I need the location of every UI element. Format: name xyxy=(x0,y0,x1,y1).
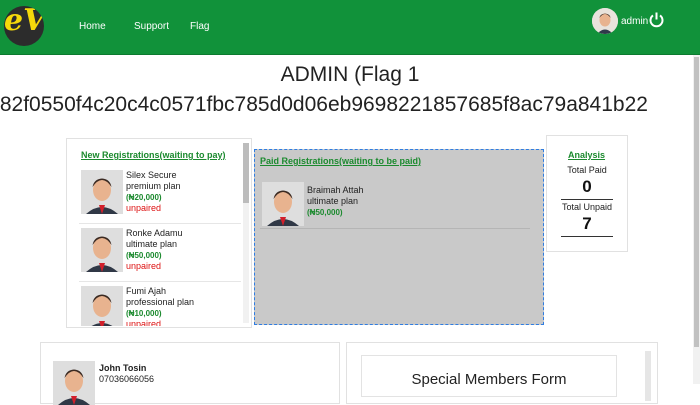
avatar-icon xyxy=(53,361,95,405)
members-panel: John Tosin 07036066056 xyxy=(40,342,340,405)
new-registrations-list[interactable]: Silex Secure premium plan (₦20,000) unpa… xyxy=(79,166,241,326)
form-scrollbar[interactable] xyxy=(645,351,651,401)
total-paid-value: 0 xyxy=(582,177,592,196)
reg-amount: (₦10,000) xyxy=(126,309,162,318)
reg-plan: professional plan xyxy=(126,297,195,307)
nav-home[interactable]: Home xyxy=(79,21,106,32)
divider xyxy=(561,236,613,237)
analysis-heading: Analysis xyxy=(568,150,606,160)
page-title: ADMIN (Flag 1 xyxy=(280,63,420,86)
logo-icon[interactable]: eV xyxy=(4,6,44,46)
analysis-panel: Analysis Total Paid 0 Total Unpaid 7 xyxy=(546,135,628,252)
avatar-icon xyxy=(81,286,123,326)
page-scrollbar[interactable] xyxy=(693,55,700,384)
status-badge: unpaired xyxy=(126,203,162,213)
user-name[interactable]: admin xyxy=(621,16,648,27)
form-title: Special Members Form xyxy=(411,371,567,388)
member-phone: 07036066056 xyxy=(99,374,155,384)
reg-plan: ultimate plan xyxy=(307,196,359,206)
divider xyxy=(561,199,613,200)
total-paid-label: Total Paid xyxy=(567,165,607,175)
member-name: John Tosin xyxy=(99,363,147,373)
status-badge: unpaired xyxy=(126,319,162,326)
reg-plan: premium plan xyxy=(126,181,181,191)
list-scrollbar[interactable] xyxy=(243,143,249,323)
nav-flag[interactable]: Flag xyxy=(190,21,209,32)
avatar-icon xyxy=(81,228,123,272)
status-badge: unpaired xyxy=(126,261,162,271)
reg-amount: (₦20,000) xyxy=(126,193,162,202)
list-item[interactable]: Fumi Ajah professional plan (₦10,000) un… xyxy=(79,282,241,326)
paid-registrations-panel: Paid Registrations(waiting to be paid) B… xyxy=(254,149,544,325)
avatar-icon xyxy=(262,182,304,226)
nav-support[interactable]: Support xyxy=(134,21,169,32)
paid-registrations-heading: Paid Registrations(waiting to be paid) xyxy=(260,156,422,166)
scrollbar-thumb[interactable] xyxy=(694,57,699,347)
avatar-icon[interactable] xyxy=(592,8,618,34)
special-members-panel: Special Members Form xyxy=(346,342,658,404)
page-flag-hash: :82f0550f4c20c4c0571fbc785d0d06eb9698221… xyxy=(0,93,648,116)
top-navbar: eV Home Support Flag admin xyxy=(0,0,700,55)
reg-name: Braimah Attah xyxy=(307,185,364,195)
reg-amount: (₦50,000) xyxy=(126,251,162,260)
power-icon[interactable] xyxy=(648,11,665,28)
special-members-form: Special Members Form xyxy=(361,355,617,397)
list-item[interactable]: Silex Secure premium plan (₦20,000) unpa… xyxy=(79,166,241,224)
list-item[interactable]: Ronke Adamu ultimate plan (₦50,000) unpa… xyxy=(79,224,241,282)
reg-plan: ultimate plan xyxy=(126,239,178,249)
reg-amount: (₦50,000) xyxy=(307,208,343,217)
reg-name: Ronke Adamu xyxy=(126,228,183,238)
reg-name: Fumi Ajah xyxy=(126,286,167,296)
total-unpaid-value: 7 xyxy=(582,214,592,233)
total-unpaid-label: Total Unpaid xyxy=(561,202,613,212)
list-item[interactable]: Braimah Attah ultimate plan (₦50,000) xyxy=(260,178,530,229)
reg-name: Silex Secure xyxy=(126,170,177,180)
scrollbar-thumb[interactable] xyxy=(243,143,249,203)
new-registrations-panel: New Registrations(waiting to pay) Silex … xyxy=(66,138,252,328)
avatar-icon xyxy=(81,170,123,214)
new-registrations-heading: New Registrations(waiting to pay) xyxy=(81,150,226,160)
